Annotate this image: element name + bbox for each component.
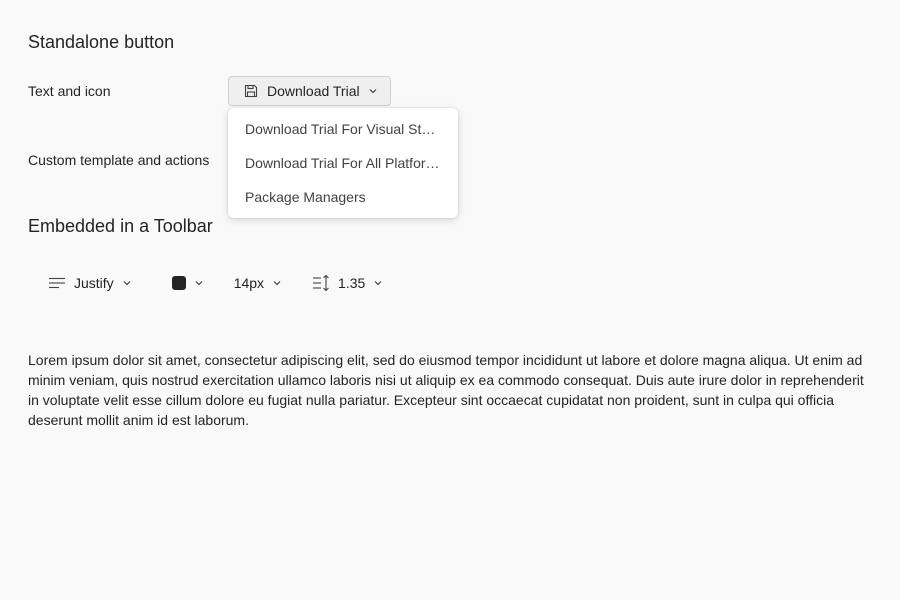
download-trial-button[interactable]: Download Trial bbox=[228, 76, 391, 106]
text-justify-icon bbox=[48, 275, 66, 291]
chevron-down-icon bbox=[368, 86, 378, 96]
download-trial-label: Download Trial bbox=[267, 83, 360, 99]
chevron-down-icon bbox=[272, 278, 282, 288]
line-height-label: 1.35 bbox=[338, 275, 366, 291]
section-title-standalone: Standalone button bbox=[28, 32, 175, 52]
menu-item-visual-studio[interactable]: Download Trial For Visual St… bbox=[228, 112, 458, 146]
text-color-button[interactable] bbox=[160, 267, 216, 299]
row-label-custom-template: Custom template and actions bbox=[28, 152, 210, 168]
chevron-down-icon bbox=[194, 278, 204, 288]
menu-item-all-platforms[interactable]: Download Trial For All Platfor… bbox=[228, 146, 458, 180]
line-height-button[interactable]: 1.35 bbox=[300, 267, 395, 299]
font-size-label: 14px bbox=[233, 275, 265, 291]
sample-paragraph: Lorem ipsum dolor sit amet, consectetur … bbox=[28, 352, 864, 428]
chevron-down-icon bbox=[373, 278, 383, 288]
text-align-label: Justify bbox=[74, 275, 114, 291]
font-size-button[interactable]: 14px bbox=[222, 267, 294, 299]
line-height-icon bbox=[312, 274, 330, 292]
page: Standalone button Text and icon Download… bbox=[0, 0, 900, 600]
menu-item-package-managers[interactable]: Package Managers bbox=[228, 180, 458, 214]
text-align-button[interactable]: Justify bbox=[36, 267, 144, 299]
section-title-toolbar: Embedded in a Toolbar bbox=[28, 216, 213, 236]
row-label-text-and-icon: Text and icon bbox=[28, 83, 111, 99]
save-icon bbox=[243, 83, 259, 99]
chevron-down-icon bbox=[122, 278, 132, 288]
download-trial-menu: Download Trial For Visual St… Download T… bbox=[228, 108, 458, 218]
toolbar: Justify 14px 1.35 bbox=[36, 266, 395, 300]
color-swatch bbox=[171, 276, 186, 290]
